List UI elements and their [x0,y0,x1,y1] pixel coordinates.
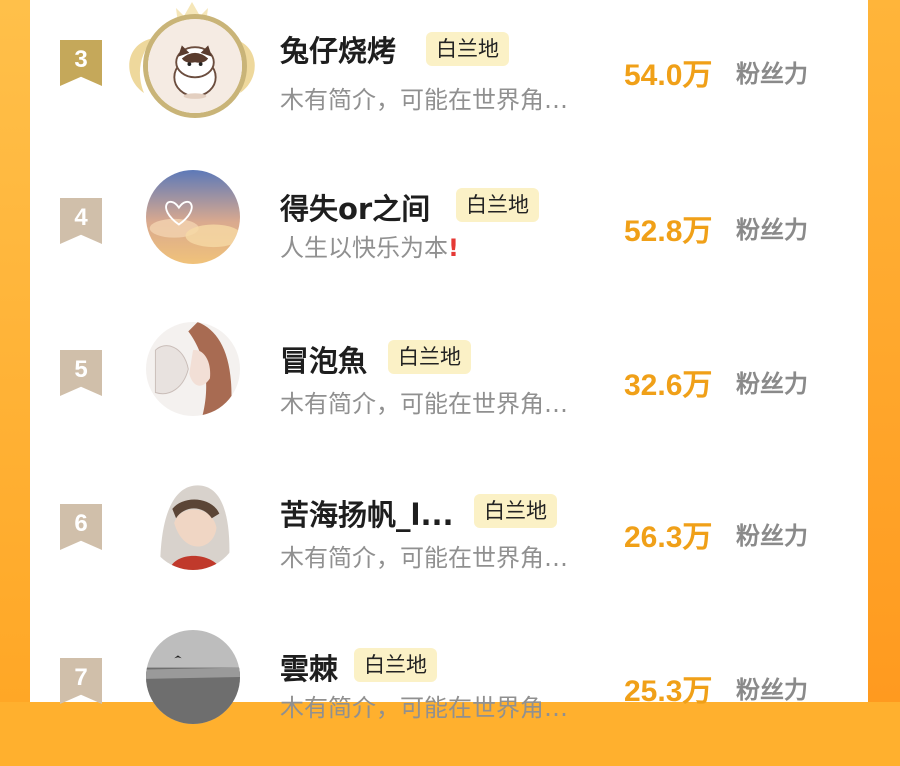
avatar[interactable] [146,476,240,570]
user-name[interactable]: 苦海扬帆_l... [280,492,454,534]
user-name[interactable]: 冒泡魚 [280,338,367,380]
left-border [0,0,30,702]
user-name[interactable]: 兔仔烧烤 [280,28,396,70]
rank-badge: 5 [60,350,102,396]
fans-label: 粉丝力 [736,370,808,398]
fans-count: 54.0万 [624,50,712,94]
user-name[interactable]: 得失or之间 [280,186,430,228]
avatar[interactable] [146,630,240,724]
fans-label: 粉丝力 [736,676,808,704]
rank-badge: 7 [60,658,102,704]
fans-value: 26.3 [624,521,683,554]
fans-label: 粉丝力 [736,216,808,244]
fans-unit: 万 [682,58,713,93]
avatar[interactable] [146,170,240,264]
fans-value: 52.8 [624,215,683,248]
rank-badge: 6 [60,504,102,550]
fans-label: 粉丝力 [736,60,808,88]
ranking-row[interactable]: 7 雲棘 白兰地 木有简介，可能在世界角… 25.3万 粉丝力 [30,616,868,766]
fans-unit: 万 [682,674,713,709]
user-name[interactable]: 雲棘 [280,646,338,688]
level-tag: 白兰地 [388,340,471,374]
fans-value: 25.3 [624,675,683,708]
avatar[interactable] [143,14,247,118]
fans-value: 32.6 [624,369,683,402]
bio-text: 人生以快乐为本 [280,234,448,262]
avatar[interactable] [146,322,240,416]
exclamation-icon: ! [448,234,459,262]
ranking-row[interactable]: 6 苦海扬帆_l... 白兰地 木有简介，可能在世界角… 26.3万 粉丝力 [30,462,868,612]
user-bio: 木有简介，可能在世界角… [280,694,568,722]
fans-unit: 万 [682,368,713,403]
fans-count: 26.3万 [624,512,712,556]
rank-badge: 4 [60,198,102,244]
level-tag: 白兰地 [474,494,557,528]
user-bio: 木有简介，可能在世界角… [280,544,568,572]
fans-count: 25.3万 [624,666,712,710]
ranking-row[interactable]: 5 冒泡魚 白兰地 木有简介，可能在世界角… 32.6万 粉丝力 [30,308,868,458]
fans-count: 32.6万 [624,360,712,404]
user-bio: 木有简介，可能在世界角… [280,390,568,418]
level-tag: 白兰地 [354,648,437,682]
ranking-row[interactable]: 3 兔仔烧烤 白兰地 木有简介，可能在世界角… 54.0万 粉丝力 [30,0,868,150]
fans-label: 粉丝力 [736,522,808,550]
right-border [868,0,900,702]
fans-value: 54.0 [624,59,683,92]
ranking-row[interactable]: 4 得失or之间 白兰地 人生以快乐为本! 52.8万 粉丝力 [30,154,868,304]
fans-count: 52.8万 [624,206,712,250]
fans-unit: 万 [682,214,713,249]
fan-ranking-list: 3 兔仔烧烤 白兰地 木有简介，可能在世界角… 54.0万 粉丝力 4 得失or… [30,0,868,724]
user-bio: 人生以快乐为本! [280,228,459,263]
level-tag: 白兰地 [456,188,539,222]
rank-badge: 3 [60,40,102,86]
level-tag: 白兰地 [426,32,509,66]
fans-unit: 万 [682,520,713,555]
user-bio: 木有简介，可能在世界角… [280,86,568,114]
